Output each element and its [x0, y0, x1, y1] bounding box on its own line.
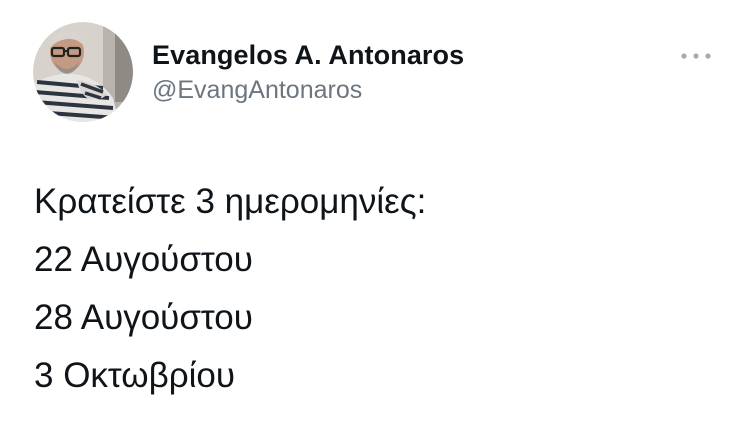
- tweet-text-line: 3 Οκτωβρίου: [34, 356, 235, 395]
- avatar-photo-icon: [33, 22, 133, 122]
- author-info: Evangelos A. Antonaros @EvangAntonaros: [152, 38, 464, 106]
- tweet-text-line: Κρατείστε 3 ημερομηνίες:: [34, 182, 427, 221]
- tweet-text-line: 22 Αυγούστου: [34, 240, 253, 279]
- author-avatar[interactable]: [33, 22, 133, 122]
- more-horizontal-icon: [681, 53, 711, 59]
- more-options-button[interactable]: [676, 44, 716, 68]
- tweet-text: Κρατείστε 3 ημερομηνίες: 22 Αυγούστου 28…: [34, 173, 714, 405]
- tweet-text-line: 28 Αυγούστου: [34, 298, 253, 337]
- tweet-card: Evangelos A. Antonaros @EvangAntonaros Κ…: [0, 0, 750, 430]
- author-handle[interactable]: @EvangAntonaros: [152, 74, 464, 106]
- author-display-name[interactable]: Evangelos A. Antonaros: [152, 38, 464, 72]
